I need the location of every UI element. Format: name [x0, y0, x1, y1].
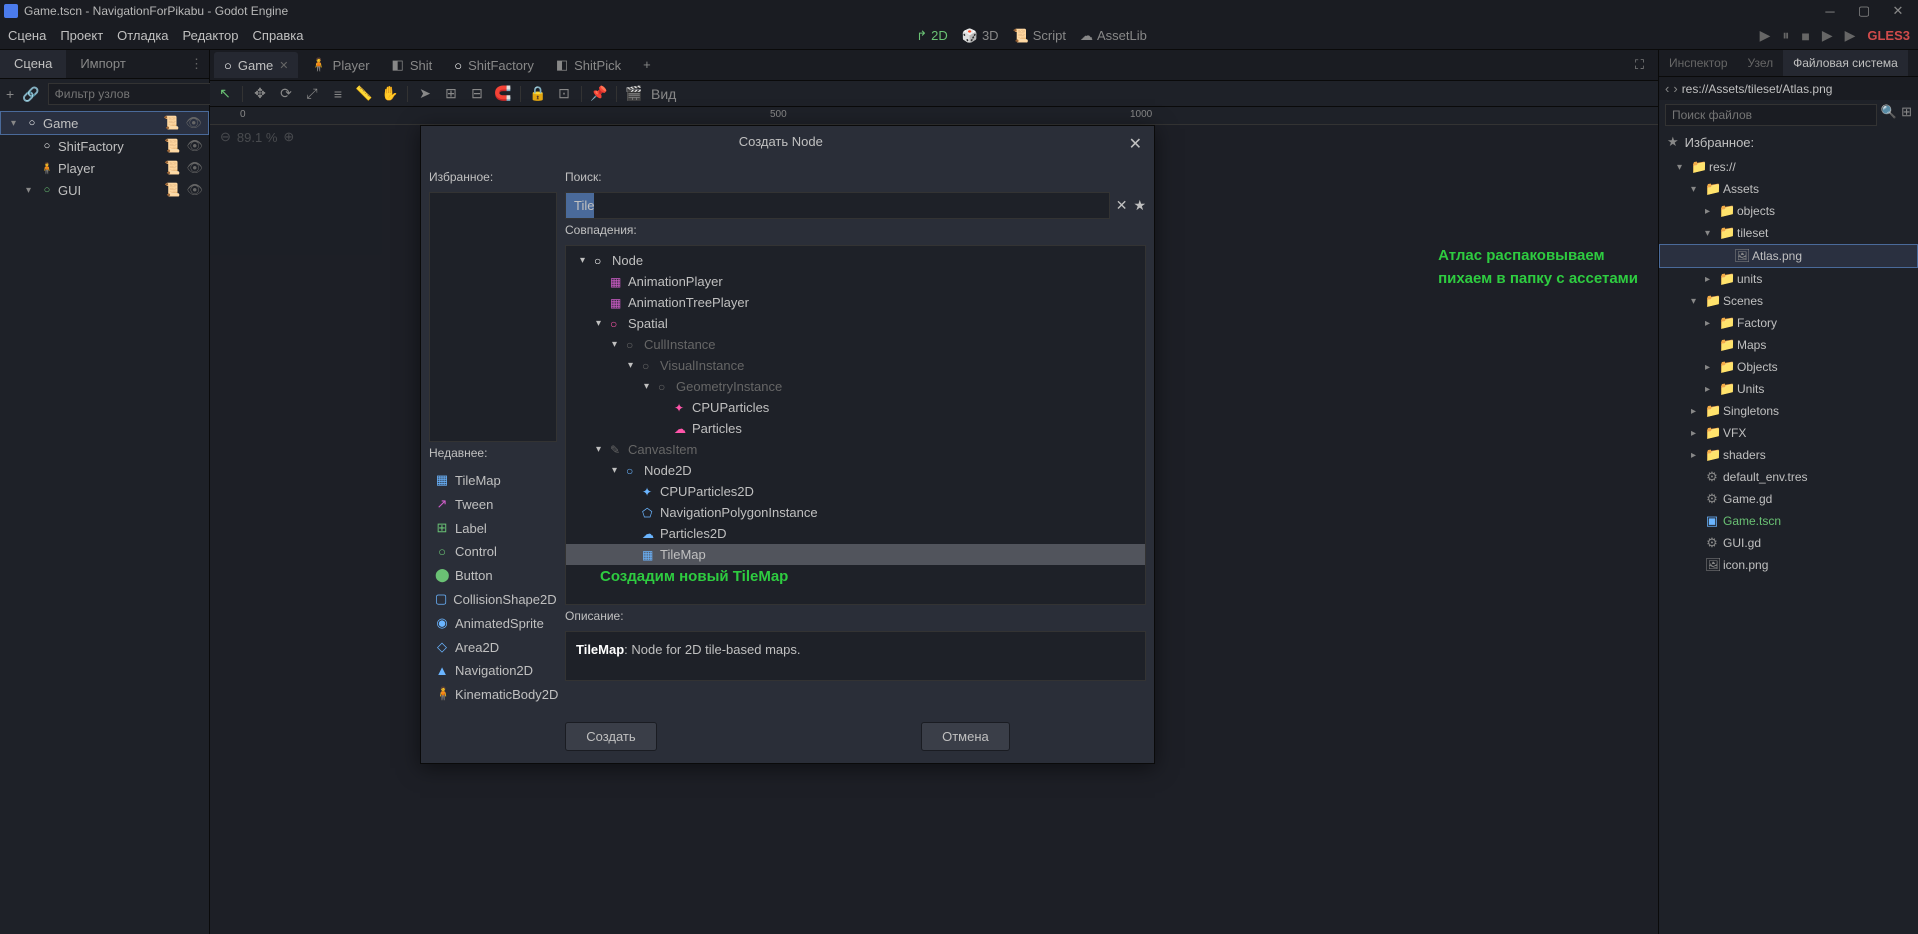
recent-area2d[interactable]: ◇Area2D — [429, 635, 557, 659]
match-cpuparticles[interactable]: ✦CPUParticles — [566, 397, 1145, 418]
match-canvasitem[interactable]: ▾✎CanvasItem — [566, 439, 1145, 460]
recent-tween[interactable]: ↗Tween — [429, 492, 557, 516]
match-tilemap[interactable]: ▦TileMap — [566, 544, 1145, 565]
recent-list: ▦TileMap↗Tween⊞Label○Control⬤Button▢Coll… — [429, 468, 557, 706]
match-animationtreeplayer[interactable]: ▦AnimationTreePlayer — [566, 292, 1145, 313]
clear-search-button[interactable]: ✕ — [1116, 197, 1128, 214]
favorite-toggle-button[interactable]: ★ — [1133, 197, 1146, 214]
dialog-close-button[interactable]: ✕ — [1129, 134, 1142, 154]
recent-collisionshape2d[interactable]: ▢CollisionShape2D — [429, 587, 557, 611]
recent-kinematicbody2d[interactable]: 🧍KinematicBody2D — [429, 682, 557, 706]
match-node[interactable]: ▾○Node — [566, 250, 1145, 271]
match-cullinstance[interactable]: ▾○CullInstance — [566, 334, 1145, 355]
matches-tree: ▾○Node▦AnimationPlayer▦AnimationTreePlay… — [565, 245, 1146, 605]
match-particles2d[interactable]: ☁Particles2D — [566, 523, 1145, 544]
recent-animatedsprite[interactable]: ◉AnimatedSprite — [429, 611, 557, 635]
recent-tilemap[interactable]: ▦TileMap — [429, 468, 557, 492]
match-particles[interactable]: ☁Particles — [566, 418, 1145, 439]
match-cpuparticles2d[interactable]: ✦CPUParticles2D — [566, 481, 1145, 502]
node-search-input[interactable] — [565, 192, 1110, 219]
recent-button[interactable]: ⬤Button — [429, 563, 557, 587]
favorites-label: Избранное: — [429, 166, 557, 188]
recent-control[interactable]: ○Control — [429, 540, 557, 563]
annotation-tilemap: Создадим новый TileMap — [600, 568, 788, 585]
match-visualinstance[interactable]: ▾○VisualInstance — [566, 355, 1145, 376]
recent-label[interactable]: ⊞Label — [429, 516, 557, 540]
dialog-overlay: Создать Node ✕ Избранное: Недавнее: ▦Til… — [0, 0, 1918, 934]
match-navigationpolygoninstance[interactable]: ⬠NavigationPolygonInstance — [566, 502, 1145, 523]
description-label: Описание: — [565, 605, 1146, 627]
dialog-title: Создать Node — [433, 134, 1129, 154]
match-spatial[interactable]: ▾○Spatial — [566, 313, 1145, 334]
recent-navigation2d[interactable]: ▲Navigation2D — [429, 659, 557, 682]
recent-label: Недавнее: — [429, 442, 557, 464]
match-node2d[interactable]: ▾○Node2D — [566, 460, 1145, 481]
create-node-dialog: Создать Node ✕ Избранное: Недавнее: ▦Til… — [420, 125, 1155, 764]
favorites-box — [429, 192, 557, 442]
match-animationplayer[interactable]: ▦AnimationPlayer — [566, 271, 1145, 292]
matches-label: Совпадения: — [565, 219, 1146, 241]
cancel-button[interactable]: Отмена — [921, 722, 1010, 751]
create-button[interactable]: Создать — [565, 722, 656, 751]
match-geometryinstance[interactable]: ▾○GeometryInstance — [566, 376, 1145, 397]
search-label: Поиск: — [565, 166, 1146, 188]
annotation-atlas: Атлас распаковываемпихаем в папку с ассе… — [1438, 245, 1638, 290]
description-box: TileMap: Node for 2D tile-based maps. — [565, 631, 1146, 681]
